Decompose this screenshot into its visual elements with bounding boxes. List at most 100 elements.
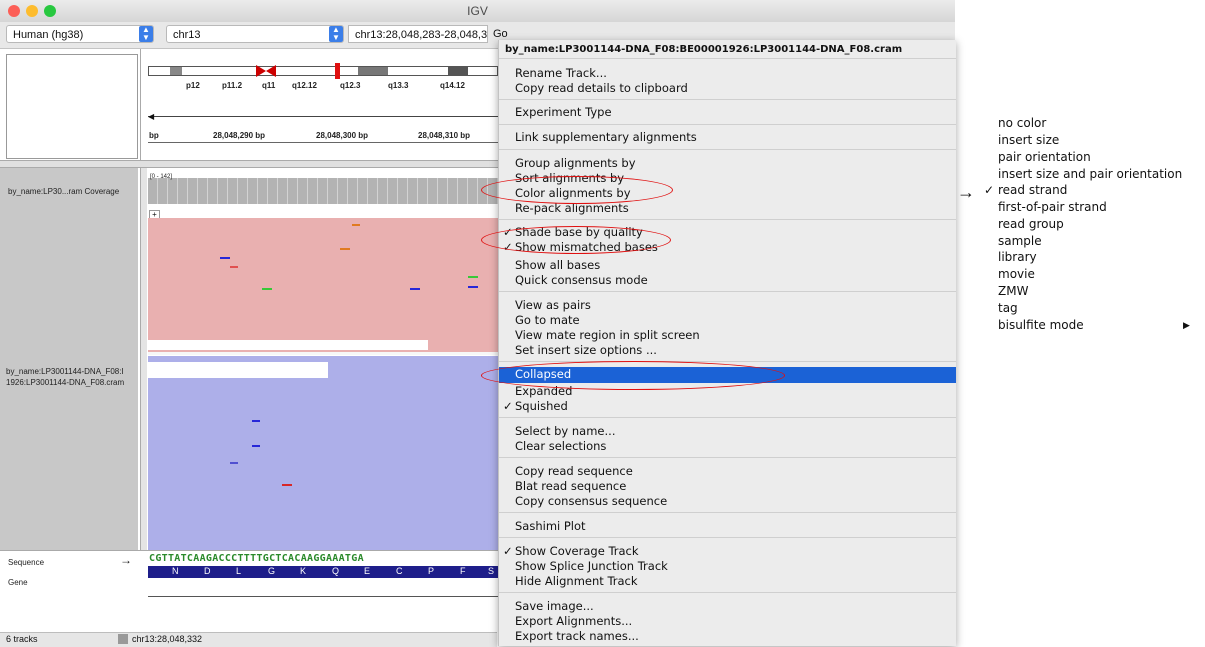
chromosome-ideogram[interactable] xyxy=(148,62,498,82)
mismatch-base xyxy=(340,248,350,250)
submenu-item-sample[interactable]: sample xyxy=(998,234,1042,248)
menu-item-show-all-bases[interactable]: Show all bases xyxy=(499,258,956,273)
submenu-item-no-color[interactable]: no color xyxy=(998,116,1046,130)
submenu-item-zmw[interactable]: ZMW xyxy=(998,284,1028,298)
menu-item-clear-selections[interactable]: Clear selections xyxy=(499,439,956,454)
coverage-histogram[interactable] xyxy=(148,178,498,204)
menu-item-show-coverage[interactable]: ✓ Show Coverage Track xyxy=(499,544,956,559)
chevron-updown-icon: ▲ ▼ xyxy=(329,26,343,42)
chromosome-select[interactable]: chr13 ▲ ▼ xyxy=(166,25,344,43)
menu-item-mate-split-screen[interactable]: View mate region in split screen xyxy=(499,328,956,343)
mismatch-base xyxy=(410,288,420,290)
menu-item-view-as-pairs[interactable]: View as pairs xyxy=(499,298,956,313)
check-icon: ✓ xyxy=(503,399,513,413)
menu-item-link-supplementary[interactable]: Link supplementary alignments xyxy=(499,130,956,145)
submenu-item-first-of-pair[interactable]: first-of-pair strand xyxy=(998,200,1107,214)
ideogram-band xyxy=(170,67,182,75)
pointer-arrow-icon: → xyxy=(957,182,975,202)
band-label: q12.12 xyxy=(292,81,317,90)
read-gap xyxy=(148,362,328,378)
forward-read-stack[interactable] xyxy=(148,218,498,352)
coverage-range: [0 - 142] xyxy=(150,174,173,180)
amino-acid: S xyxy=(488,566,495,576)
menu-item-experiment-type[interactable]: Experiment Type xyxy=(499,105,956,120)
ideogram-bar xyxy=(148,66,498,76)
menu-item-rename[interactable]: Rename Track... xyxy=(499,66,956,81)
submenu-item-movie[interactable]: movie xyxy=(998,267,1035,281)
menu-item-select-by-name[interactable]: Select by name... xyxy=(499,424,956,439)
submenu-arrow-icon: ▶ xyxy=(1183,320,1190,330)
submenu-item-read-strand[interactable]: read strand xyxy=(998,183,1067,197)
ideogram-name-box xyxy=(6,54,138,159)
menu-item-blat[interactable]: Blat read sequence xyxy=(499,479,956,494)
alignment-track-name-line2[interactable]: 1926:LP3001144-DNA_F08.cram xyxy=(6,378,124,387)
mismatch-base xyxy=(468,276,478,278)
mismatch-base xyxy=(352,224,360,226)
ruler-tick-label: 28,048,290 bp xyxy=(213,131,266,140)
band-label: q11 xyxy=(262,81,276,90)
menu-item-group-by[interactable]: Group alignments by xyxy=(499,156,956,171)
ruler-bp-label: bp xyxy=(149,131,159,140)
menu-item-save-image[interactable]: Save image... xyxy=(499,599,956,614)
gene-track-label: Gene xyxy=(8,578,28,587)
amino-acid: G xyxy=(268,566,276,576)
submenu-item-insert-size[interactable]: insert size xyxy=(998,133,1059,147)
reverse-read-stack[interactable] xyxy=(148,356,498,550)
mismatch-base xyxy=(262,288,272,290)
ideogram-band xyxy=(448,67,468,75)
menu-item-hide-alignment[interactable]: Hide Alignment Track xyxy=(499,574,956,589)
amino-acid: P xyxy=(428,566,435,576)
mismatch-base xyxy=(220,257,230,259)
amino-acid: E xyxy=(364,566,371,576)
window-titlebar: IGV xyxy=(0,0,955,23)
menu-item-squished[interactable]: ✓ Squished xyxy=(499,399,956,414)
chromosome-value: chr13 xyxy=(173,29,201,41)
menu-item-show-splice[interactable]: Show Splice Junction Track xyxy=(499,559,956,574)
annotation-ellipse xyxy=(481,226,671,254)
centromere-icon xyxy=(256,65,276,77)
mismatch-base xyxy=(282,484,292,486)
amino-acid: Q xyxy=(332,566,340,576)
menu-item-quick-consensus[interactable]: Quick consensus mode xyxy=(499,273,956,288)
ruler-arrow-icon: ◀ xyxy=(148,112,155,121)
band-label: p12 xyxy=(186,81,200,90)
mismatch-base xyxy=(252,420,260,422)
current-region-marker xyxy=(335,63,340,79)
status-bar: 6 tracks chr13:28,048,332 xyxy=(0,632,497,647)
ruler-axis xyxy=(148,142,498,143)
submenu-item-insert-size-pair[interactable]: insert size and pair orientation xyxy=(998,167,1182,181)
track-context-menu: by_name:LP3001144-DNA_F08:BE00001926:LP3… xyxy=(498,40,956,646)
ruler-tick-label: 28,048,310 bp xyxy=(418,131,471,140)
menu-item-copy-read-sequence[interactable]: Copy read sequence xyxy=(499,464,956,479)
genome-value: Human (hg38) xyxy=(13,29,84,41)
annotation-ellipse xyxy=(481,176,673,204)
amino-acid: F xyxy=(460,566,466,576)
chevron-updown-icon: ▲ ▼ xyxy=(139,26,153,42)
submenu-item-library[interactable]: library xyxy=(998,250,1037,264)
track-count: 6 tracks xyxy=(6,634,38,644)
panel-divider[interactable] xyxy=(0,160,498,168)
genome-select[interactable]: Human (hg38) ▲ ▼ xyxy=(6,25,154,43)
coverage-track-name[interactable]: by_name:LP30...ram Coverage xyxy=(8,187,119,196)
menu-item-sashimi[interactable]: Sashimi Plot xyxy=(499,519,956,534)
menu-item-export-track-names[interactable]: Export track names... xyxy=(499,629,956,644)
mismatch-base xyxy=(252,445,260,447)
submenu-item-pair-orientation[interactable]: pair orientation xyxy=(998,150,1091,164)
annotation-ellipse xyxy=(481,361,785,390)
menu-item-insert-size-options[interactable]: Set insert size options ... xyxy=(499,343,956,358)
strand-arrow-icon[interactable]: → xyxy=(120,553,132,567)
locus-input[interactable]: chr13:28,048,283-28,048,355 xyxy=(348,25,488,43)
scroll-gutter xyxy=(141,168,147,550)
go-button[interactable]: Go xyxy=(493,28,508,40)
submenu-item-read-group[interactable]: read group xyxy=(998,217,1064,231)
menu-item-go-to-mate[interactable]: Go to mate xyxy=(499,313,956,328)
mismatch-base xyxy=(468,286,478,288)
alignment-track-name-line1[interactable]: by_name:LP3001144-DNA_F08:I xyxy=(6,367,124,376)
submenu-item-tag[interactable]: tag xyxy=(998,301,1018,315)
menu-item-copy-read-details[interactable]: Copy read details to clipboard xyxy=(499,81,956,96)
submenu-item-bisulfite[interactable]: bisulfite mode xyxy=(998,318,1084,332)
menu-item-copy-consensus[interactable]: Copy consensus sequence xyxy=(499,494,956,509)
menu-item-export-alignments[interactable]: Export Alignments... xyxy=(499,614,956,629)
memory-icon xyxy=(118,634,128,644)
amino-acid-track: N D L G K Q E C P F S xyxy=(148,566,498,578)
